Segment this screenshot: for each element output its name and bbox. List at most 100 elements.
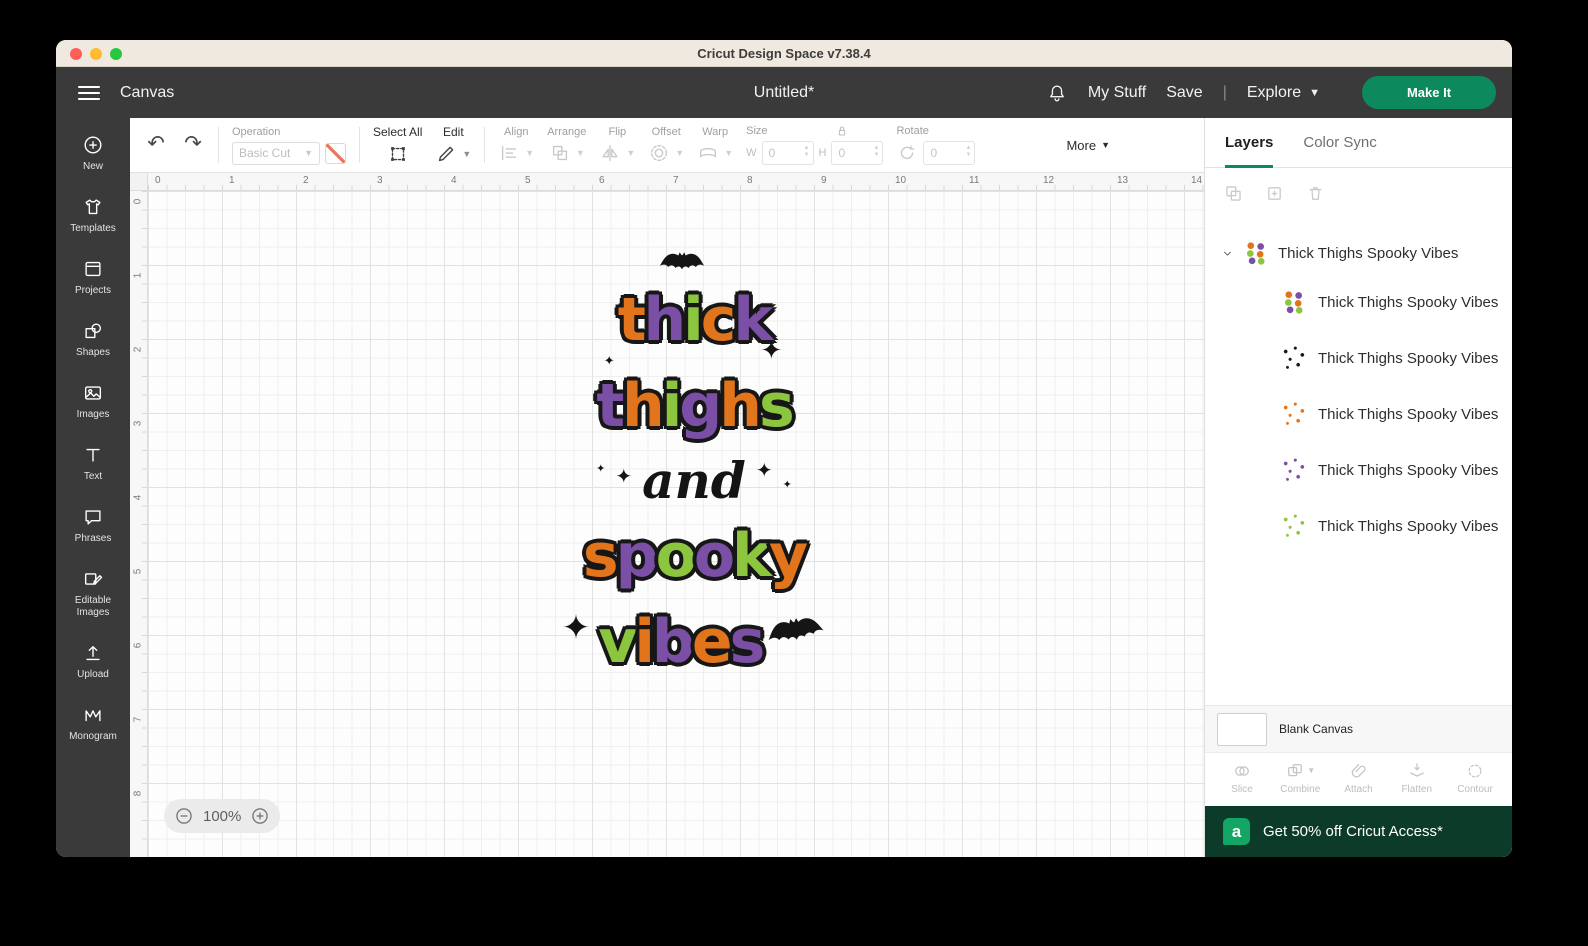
zoom-window-button[interactable] [110, 48, 122, 60]
rotate-stepper[interactable]: ▲ ▼ [966, 145, 972, 158]
zoom-level: 100% [203, 807, 242, 825]
cricut-access-banner[interactable]: a Get 50% off Cricut Access* [1205, 806, 1512, 857]
tool-combine[interactable]: ▼ Combine [1273, 760, 1327, 795]
rotate-label: Rotate [896, 125, 929, 137]
flip-group[interactable]: Flip ▼ [599, 126, 635, 164]
chevron-down-icon[interactable]: ▼ [462, 149, 471, 159]
artwork-letter: p [615, 521, 659, 591]
upload-icon [82, 642, 104, 664]
chevron-down-icon: ▼ [1307, 766, 1316, 775]
height-stepper[interactable]: ▲ ▼ [874, 145, 880, 158]
arrange-icon[interactable] [549, 142, 571, 164]
delete-layer-icon[interactable] [1305, 183, 1326, 204]
layer-actions [1205, 168, 1512, 218]
canvas-row: 012345678 t h i c k ✦ ✦ ✦ t h i g h s ✦ ✦ and ✦ ✦ s p o o k y ✦ v i… [130, 191, 1204, 857]
layer-row[interactable]: Thick Thighs Spooky Vibes [1205, 274, 1512, 330]
group-layers-icon[interactable] [1223, 183, 1244, 204]
offset-group[interactable]: Offset ▼ [648, 126, 684, 164]
tool-flatten[interactable]: Flatten [1390, 760, 1444, 795]
panel-tabs: Layers Color Sync [1205, 118, 1512, 168]
edit-pencil-icon[interactable] [435, 143, 457, 165]
design-canvas[interactable]: t h i c k ✦ ✦ ✦ t h i g h s ✦ ✦ and ✦ ✦ s p o o k y ✦ v i b e s 100% [148, 191, 1204, 857]
edit-group[interactable]: Edit ▼ [435, 125, 471, 165]
layer-group-row[interactable]: Thick Thighs Spooky Vibes [1205, 232, 1512, 274]
sidebar-item-text[interactable]: Text [56, 432, 130, 494]
explore-menu[interactable]: Explore ▼ [1247, 84, 1320, 102]
align-icon[interactable] [498, 142, 520, 164]
design-artwork[interactable]: t h i c k ✦ ✦ ✦ t h i g h s ✦ ✦ and ✦ ✦ s p o o k y ✦ v i b e s [514, 251, 874, 685]
minimize-window-button[interactable] [90, 48, 102, 60]
ruler-number: 2 [303, 175, 309, 186]
align-group[interactable]: Align ▼ [498, 126, 534, 164]
notifications-bell-icon[interactable] [1046, 82, 1068, 104]
sidebar-item-label: Phrases [74, 533, 112, 544]
warp-group[interactable]: Warp ▼ [697, 126, 733, 164]
sidebar-item-new[interactable]: New [56, 122, 130, 184]
artwork-word: ✦ v i b e s [562, 599, 827, 685]
layer-thumbnail [1281, 457, 1307, 483]
select-all-icon[interactable] [387, 143, 409, 165]
sidebar-item-label: Shapes [76, 347, 110, 358]
layer-label: Thick Thighs Spooky Vibes [1318, 293, 1499, 311]
save-link[interactable]: Save [1166, 84, 1202, 102]
tool-slice[interactable]: Slice [1215, 760, 1269, 795]
tool-label: Flatten [1401, 784, 1433, 795]
sidebar-item-monogram[interactable]: Monogram [56, 692, 130, 754]
width-stepper[interactable]: ▲ ▼ [804, 145, 810, 158]
layer-row[interactable]: Thick Thighs Spooky Vibes [1205, 330, 1512, 386]
ruler-number: 5 [132, 568, 144, 575]
more-button[interactable]: More ▼ [1066, 138, 1110, 153]
layer-row[interactable]: Thick Thighs Spooky Vibes [1205, 442, 1512, 498]
select-all-group[interactable]: Select All [373, 125, 422, 165]
sidebar-item-phrases[interactable]: Phrases [56, 494, 130, 556]
sidebar-item-shapes[interactable]: Shapes [56, 308, 130, 370]
layer-row[interactable]: Thick Thighs Spooky Vibes [1205, 498, 1512, 554]
zoom-in-icon[interactable] [250, 806, 270, 826]
ruler-number: 11 [969, 175, 980, 186]
duplicate-layer-icon[interactable] [1264, 183, 1285, 204]
flip-icon[interactable] [599, 142, 621, 164]
tab-color-sync[interactable]: Color Sync [1303, 118, 1376, 167]
operation-select[interactable]: Basic Cut ▼ [232, 141, 320, 165]
menu-icon[interactable] [78, 85, 100, 100]
close-window-button[interactable] [70, 48, 82, 60]
tool-attach[interactable]: Attach [1332, 760, 1386, 795]
chevron-down-icon[interactable] [1221, 247, 1234, 260]
make-it-button[interactable]: Make It [1362, 76, 1496, 109]
sidebar-item-editable-images[interactable]: Editable Images [56, 556, 130, 630]
offset-icon[interactable] [648, 142, 670, 164]
ruler-number: 8 [747, 175, 753, 186]
sidebar-item-projects[interactable]: Projects [56, 246, 130, 308]
zoom-out-icon[interactable] [174, 806, 194, 826]
rotate-icon[interactable] [896, 142, 918, 164]
blank-canvas-row[interactable]: Blank Canvas [1205, 705, 1512, 752]
artwork-letter: b [651, 607, 695, 677]
warp-icon[interactable] [697, 142, 719, 164]
canvas-nav-label[interactable]: Canvas [120, 84, 174, 102]
explore-label: Explore [1246, 83, 1302, 101]
arrange-group[interactable]: Arrange ▼ [547, 126, 586, 164]
sidebar-item-templates[interactable]: Templates [56, 184, 130, 246]
lock-icon[interactable] [834, 123, 850, 139]
layer-row[interactable]: Thick Thighs Spooky Vibes [1205, 386, 1512, 442]
sidebar-item-images[interactable]: Images [56, 370, 130, 432]
operation-color-swatch[interactable] [325, 142, 346, 164]
my-stuff-link[interactable]: My Stuff [1088, 84, 1146, 102]
artwork-word: spooky [583, 513, 808, 599]
attach-icon [1349, 761, 1369, 781]
sidebar-item-label: Upload [77, 669, 109, 680]
edit-toolbar: ↶ ↷ Operation Basic Cut ▼ Select All Edi… [130, 118, 1204, 173]
size-group: Size W ▲▼ H ▲▼ [746, 123, 884, 165]
redo-button[interactable]: ↷ [181, 133, 205, 157]
sidebar-item-label: Monogram [69, 731, 117, 742]
tool-contour[interactable]: Contour [1448, 760, 1502, 795]
chevron-down-icon: ▼ [304, 148, 313, 158]
undo-button[interactable]: ↶ [144, 133, 168, 157]
artwork-letter: e [691, 607, 733, 677]
ruler-number: 7 [132, 716, 144, 723]
blank-canvas-swatch[interactable] [1217, 712, 1267, 746]
tab-layers[interactable]: Layers [1225, 118, 1274, 168]
chevron-down-icon: ▼ [575, 148, 585, 158]
ruler-number: 14 [1191, 175, 1203, 186]
sidebar-item-upload[interactable]: Upload [56, 630, 130, 692]
